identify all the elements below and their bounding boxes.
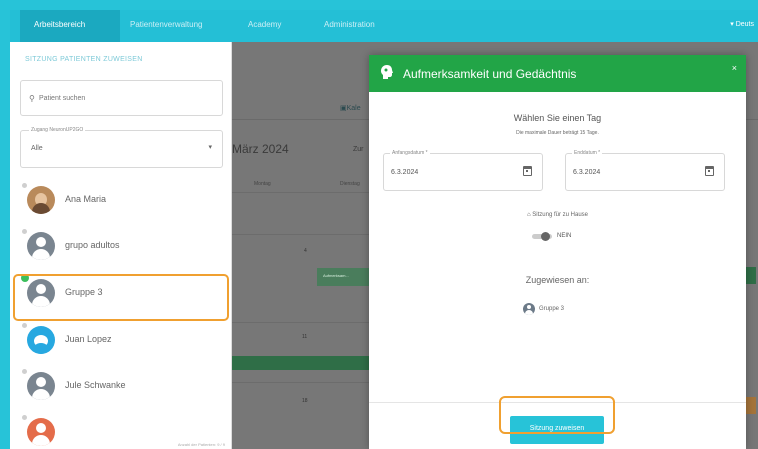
avatar (27, 326, 55, 354)
calendar-event-text: Aufmerksam... (323, 273, 349, 278)
end-date-value: 6.3.2024 (573, 169, 601, 176)
home-session-text: Sitzung für zu Hause (532, 212, 588, 218)
patient-count: Anzahl der Patienten: 9 / 9 (177, 442, 225, 447)
list-item[interactable]: Ana Maria (10, 177, 232, 223)
selected-patient-highlight (13, 274, 229, 321)
toggle-knob (541, 232, 550, 241)
calendar-tab[interactable]: ▣Kale (340, 104, 361, 112)
session-modal: Aufmerksamkeit und Gedächtnis × Wählen S… (369, 55, 746, 449)
status-dot (22, 183, 27, 188)
submit-button-highlight (499, 396, 615, 434)
patient-name: Juan Lopez (65, 334, 112, 344)
status-dot (22, 229, 27, 234)
top-navigation: Arbeitsbereich Patientenverwaltung Acade… (10, 10, 758, 42)
calendar-month: März 2024 (232, 142, 289, 156)
weekday-monday: Montag (254, 181, 271, 187)
calendar-day-number: 11 (302, 334, 308, 340)
search-icon: ⚲ (29, 94, 35, 103)
language-label: Deuts (735, 21, 754, 28)
calendar-event[interactable]: Aufmerksam... (317, 268, 369, 286)
language-selector[interactable]: ▾ Deuts (730, 20, 754, 28)
assigned-to-label: Zugewiesen an: (525, 275, 590, 285)
list-item[interactable]: Jule Schwanke (10, 363, 232, 409)
nav-arbeitsbereich[interactable]: Arbeitsbereich (34, 20, 85, 29)
start-date-value: 6.3.2024 (391, 169, 419, 176)
nav-academy[interactable]: Academy (248, 20, 281, 29)
end-date-label: Enddatum * (572, 150, 603, 156)
access-select-label: Zugang NeuronUP2GO (29, 127, 86, 133)
toggle-state-text: NEIN (557, 233, 572, 239)
choose-day-heading: Wählen Sie einen Tag (513, 113, 602, 123)
status-dot (22, 415, 27, 420)
patient-name: Ana Maria (65, 194, 107, 204)
list-item[interactable]: grupo adultos (10, 223, 232, 269)
assign-patient-panel: SITZUNG PATIENTEN ZUWEISEN ⚲ Patient suc… (10, 42, 232, 449)
home-session-label: ⌂ Sitzung für zu Hause (369, 212, 746, 218)
search-input[interactable]: ⚲ Patient suchen (20, 80, 223, 116)
nav-administration[interactable]: Administration (324, 20, 375, 29)
start-date-label: Anfangsdatum * (390, 150, 430, 156)
close-icon[interactable]: × (732, 63, 737, 73)
access-select[interactable]: Zugang NeuronUP2GO Alle ▾ (20, 127, 223, 168)
end-date-field[interactable]: Enddatum * 6.3.2024 (565, 150, 725, 191)
calendar-day-number: 4 (304, 248, 307, 254)
status-dot (22, 369, 27, 374)
calendar-tab-label: Kale (346, 105, 361, 112)
calendar-icon[interactable] (705, 166, 714, 176)
access-select-value: Alle (31, 145, 43, 152)
modal-header: Aufmerksamkeit und Gedächtnis × (369, 55, 746, 92)
assigned-name: Gruppe 3 (539, 306, 565, 312)
start-date-field[interactable]: Anfangsdatum * 6.3.2024 (383, 150, 543, 191)
calendar-row-line (232, 192, 369, 193)
nav-patientenverwaltung[interactable]: Patientenverwaltung (130, 20, 203, 29)
weekday-tuesday: Dienstag (340, 181, 360, 187)
avatar (27, 372, 55, 400)
calendar-row-line (232, 234, 369, 235)
calendar-row-line (232, 322, 369, 323)
home-icon: ⌂ (527, 212, 531, 218)
calendar-nav[interactable]: Zur (353, 146, 364, 153)
avatar (523, 303, 535, 315)
chevron-down-icon: ▾ (208, 144, 212, 151)
patient-name: grupo adultos (65, 240, 120, 250)
max-duration-note: Die maximale Dauer beträgt 15 Tage. (516, 130, 599, 136)
home-session-toggle[interactable] (532, 232, 552, 241)
calendar-row-line (232, 382, 369, 383)
modal-title: Aufmerksamkeit und Gedächtnis (403, 67, 577, 81)
search-placeholder: Patient suchen (39, 95, 86, 102)
calendar-event-bar[interactable] (232, 356, 369, 370)
calendar-day-number: 18 (302, 398, 308, 404)
status-dot (22, 323, 27, 328)
panel-title: SITZUNG PATIENTEN ZUWEISEN (25, 56, 143, 63)
avatar (27, 418, 55, 446)
calendar-icon[interactable] (523, 166, 532, 176)
brain-icon (381, 65, 393, 79)
patient-name: Jule Schwanke (65, 380, 126, 390)
calendar-event-mark (746, 397, 756, 414)
avatar (27, 232, 55, 260)
list-item[interactable]: Juan Lopez (10, 317, 232, 363)
calendar-event-mark (746, 267, 756, 284)
avatar (27, 186, 55, 214)
